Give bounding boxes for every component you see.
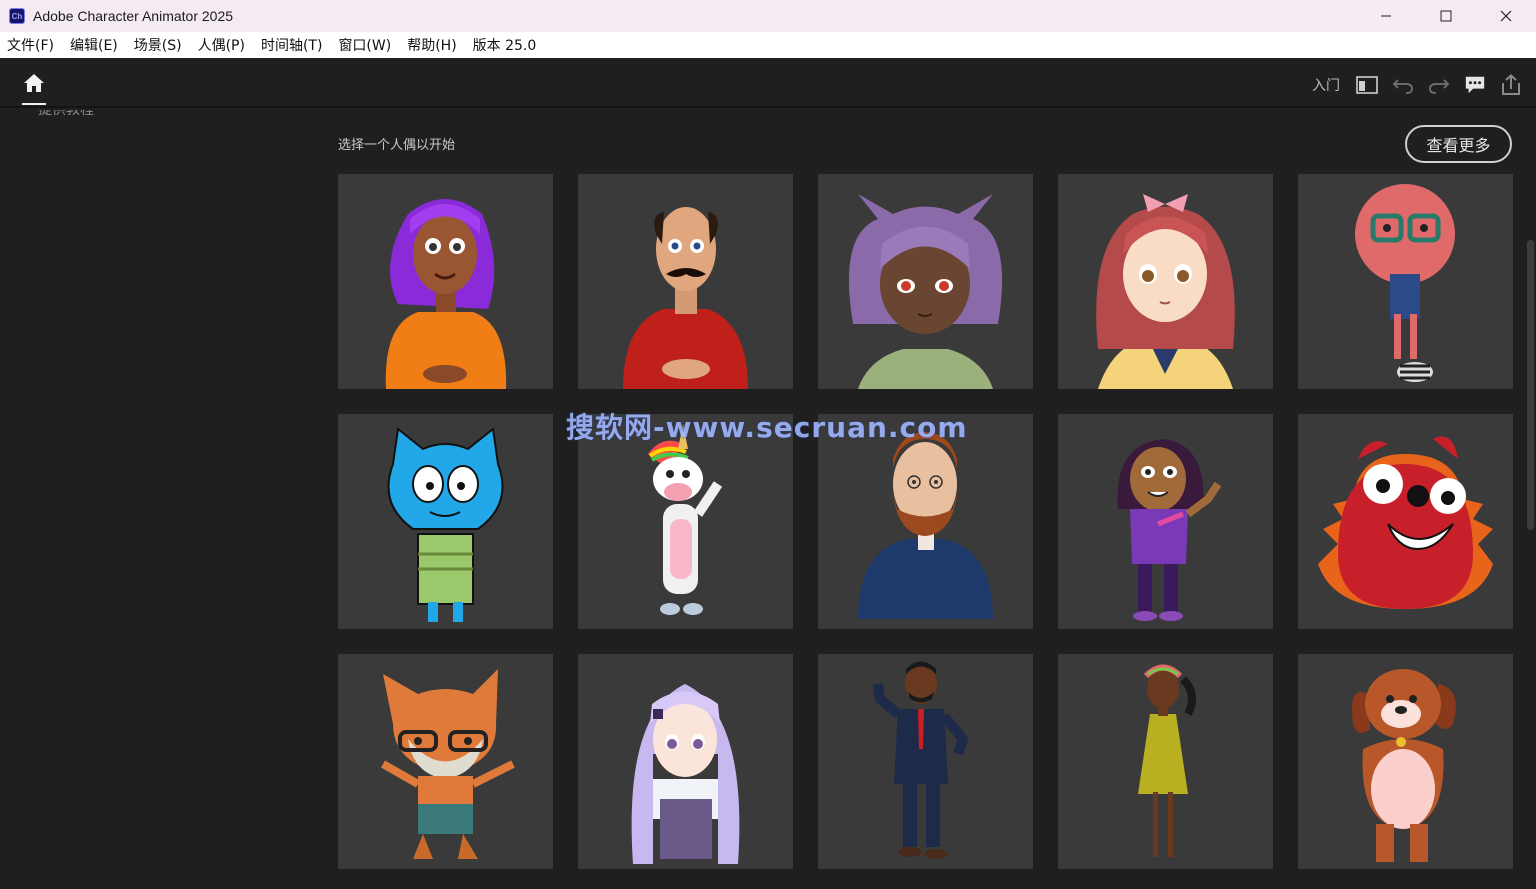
- home-content: 提供教程 选择一个人偶以开始 查看更多 搜软网-www.secruan.com: [0, 110, 1536, 889]
- minimize-button[interactable]: [1356, 0, 1416, 32]
- puppet-card-fox-glasses[interactable]: [338, 654, 553, 869]
- tutorials-heading-partial: 提供教程: [38, 110, 94, 118]
- puppet-card-brown-dog[interactable]: [1298, 654, 1513, 869]
- feedback-icon: [1465, 76, 1485, 94]
- puppet-card-lavender-anime-girl[interactable]: [578, 654, 793, 869]
- close-icon: [1500, 10, 1512, 22]
- app-toolbar: 入门: [0, 58, 1536, 108]
- section-label-choose-puppet: 选择一个人偶以开始: [338, 138, 456, 153]
- puppet-card-anime-red-hair-girl[interactable]: [1058, 174, 1273, 389]
- puppet-bearded-man-thumbnail: [858, 432, 993, 619]
- menu-bar: 文件(F) 编辑(E) 场景(S) 人偶(P) 时间轴(T) 窗口(W) 帮助(…: [0, 32, 1536, 58]
- puppet-card-unicorn[interactable]: [578, 414, 793, 629]
- feedback-button[interactable]: [1464, 74, 1486, 96]
- puppet-card-purple-hair-woman[interactable]: [338, 174, 553, 389]
- puppet-card-mustache-man[interactable]: [578, 174, 793, 389]
- puppet-brown-dog-thumbnail: [1352, 669, 1456, 862]
- puppet-blue-cat-thumbnail: [387, 427, 504, 622]
- puppet-card-red-blob-monster[interactable]: [1298, 414, 1513, 629]
- window-controls: [1356, 0, 1536, 32]
- share-export-icon: [1502, 74, 1520, 95]
- watermark-text: 搜软网-www.secruan.com: [566, 411, 968, 444]
- undo-button[interactable]: [1392, 74, 1414, 96]
- menu-file[interactable]: 文件(F): [0, 35, 62, 55]
- puppet-red-monster-glasses-thumbnail: [1355, 184, 1455, 382]
- menu-version[interactable]: 版本 25.0: [465, 35, 545, 55]
- menu-edit[interactable]: 编辑(E): [62, 35, 126, 55]
- home-button[interactable]: [22, 72, 46, 106]
- getting-started-link[interactable]: 入门: [1312, 75, 1340, 95]
- puppet-lavender-anime-girl-thumbnail: [631, 684, 740, 864]
- close-button[interactable]: [1476, 0, 1536, 32]
- app-logo-icon: Ch: [9, 8, 25, 24]
- menu-timeline[interactable]: 时间轴(T): [253, 35, 330, 55]
- share-export-button[interactable]: [1500, 74, 1522, 96]
- puppet-card-bearded-man[interactable]: [818, 414, 1033, 629]
- puppet-anime-cat-girl-thumbnail: [848, 194, 1003, 389]
- home-icon: [24, 74, 44, 92]
- puppet-card-girl-waving[interactable]: [1058, 414, 1273, 629]
- puppet-girl-yellow-dress-thumbnail: [1138, 664, 1196, 857]
- puppet-card-blue-cat[interactable]: [338, 414, 553, 629]
- menu-scene[interactable]: 场景(S): [126, 35, 190, 55]
- toolbar-actions: 入门: [1312, 74, 1522, 96]
- puppet-fox-glasses-thumbnail: [381, 669, 515, 859]
- puppet-purple-hair-woman-thumbnail: [385, 199, 507, 389]
- redo-button[interactable]: [1428, 74, 1450, 96]
- panel-layout-button[interactable]: [1356, 74, 1378, 96]
- see-more-button[interactable]: 查看更多: [1405, 125, 1512, 163]
- puppet-card-girl-yellow-dress[interactable]: [1058, 654, 1273, 869]
- menu-window[interactable]: 窗口(W): [330, 35, 399, 55]
- menu-puppet[interactable]: 人偶(P): [190, 35, 253, 55]
- maximize-icon: [1440, 10, 1452, 22]
- title-bar: Ch Adobe Character Animator 2025: [0, 0, 1536, 32]
- puppet-card-anime-cat-girl[interactable]: [818, 174, 1033, 389]
- maximize-button[interactable]: [1416, 0, 1476, 32]
- puppet-mustache-man-thumbnail: [623, 207, 748, 389]
- puppet-red-blob-monster-thumbnail: [1318, 436, 1493, 609]
- puppet-card-man-suit[interactable]: [818, 654, 1033, 869]
- puppet-unicorn-thumbnail: [648, 424, 723, 615]
- scrollbar-thumb[interactable]: [1527, 240, 1534, 530]
- puppet-man-suit-thumbnail: [873, 661, 969, 859]
- undo-icon: [1392, 79, 1414, 94]
- redo-icon: [1428, 79, 1450, 94]
- minimize-icon: [1381, 15, 1391, 17]
- puppet-card-red-monster-glasses[interactable]: [1298, 174, 1513, 389]
- panel-layout-icon: [1356, 76, 1378, 94]
- puppet-girl-waving-thumbnail: [1117, 439, 1222, 621]
- vertical-scrollbar[interactable]: [1524, 240, 1536, 530]
- puppet-anime-red-hair-girl-thumbnail: [1096, 194, 1235, 389]
- menu-help[interactable]: 帮助(H): [399, 35, 464, 55]
- home-active-indicator: [22, 103, 46, 105]
- window-title: Adobe Character Animator 2025: [33, 8, 234, 24]
